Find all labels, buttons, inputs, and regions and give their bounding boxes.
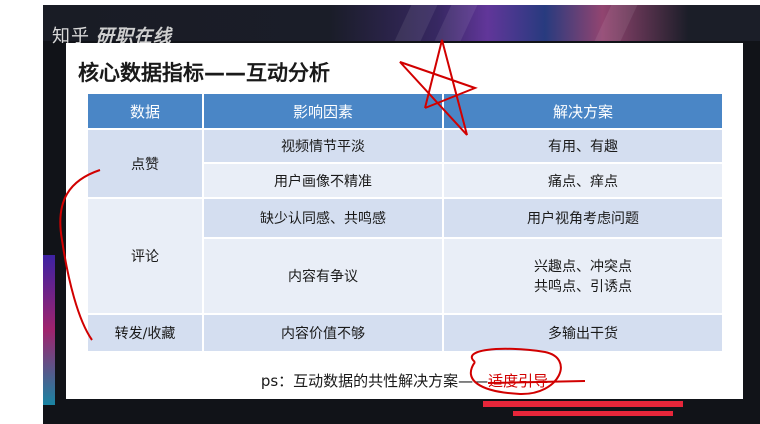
solution-cell: 兴趣点、冲突点 共鸣点、引诱点	[442, 237, 724, 315]
decor-red-band	[483, 401, 683, 407]
decor-glow	[43, 255, 55, 405]
table-row: 点赞 视频情节平淡 有用、有趣	[86, 128, 724, 199]
solution-cell: 用户视角考虑问题	[442, 197, 724, 239]
ps-text: ps：互动数据的共性解决方案——	[260, 372, 489, 390]
metric-cell: 点赞	[86, 128, 204, 199]
header-cell: 数据	[86, 92, 204, 130]
factor-cell: 视频情节平淡	[202, 128, 444, 164]
factor-cell: 缺少认同感、共鸣感	[202, 197, 444, 239]
table-header-row: 数据 影响因素 解决方案	[86, 92, 724, 130]
table-row: 评论 缺少认同感、共鸣感 用户视角考虑问题	[86, 197, 724, 315]
factor-cell: 内容价值不够	[202, 313, 444, 353]
slide-title: 核心数据指标——互动分析	[78, 61, 330, 85]
metrics-table: 数据 影响因素 解决方案 点赞 视频情节平淡 有用、有趣 用户画像不精准 痛点、…	[86, 92, 724, 353]
ps-highlight: 适度引导	[488, 372, 549, 390]
factor-cell: 内容有争议	[202, 237, 444, 315]
header-cell: 解决方案	[442, 92, 724, 130]
solution-line: 兴趣点、冲突点	[534, 259, 632, 275]
metric-cell: 评论	[86, 197, 204, 315]
solution-cell: 有用、有趣	[442, 128, 724, 164]
metric-cell: 转发/收藏	[86, 313, 204, 353]
slide: 核心数据指标——互动分析 数据 影响因素 解决方案 点赞 视频情节平淡 有用、有…	[66, 43, 743, 399]
decor-red-band	[513, 411, 673, 416]
header-cell: 影响因素	[202, 92, 444, 130]
factor-cell: 用户画像不精准	[202, 162, 444, 199]
table-row: 转发/收藏 内容价值不够 多输出干货	[86, 313, 724, 353]
solution-line: 共鸣点、引诱点	[534, 279, 632, 295]
solution-cell: 痛点、痒点	[442, 162, 724, 199]
ps-note: ps：互动数据的共性解决方案——适度引导	[66, 370, 743, 391]
solution-cell: 多输出干货	[442, 313, 724, 353]
